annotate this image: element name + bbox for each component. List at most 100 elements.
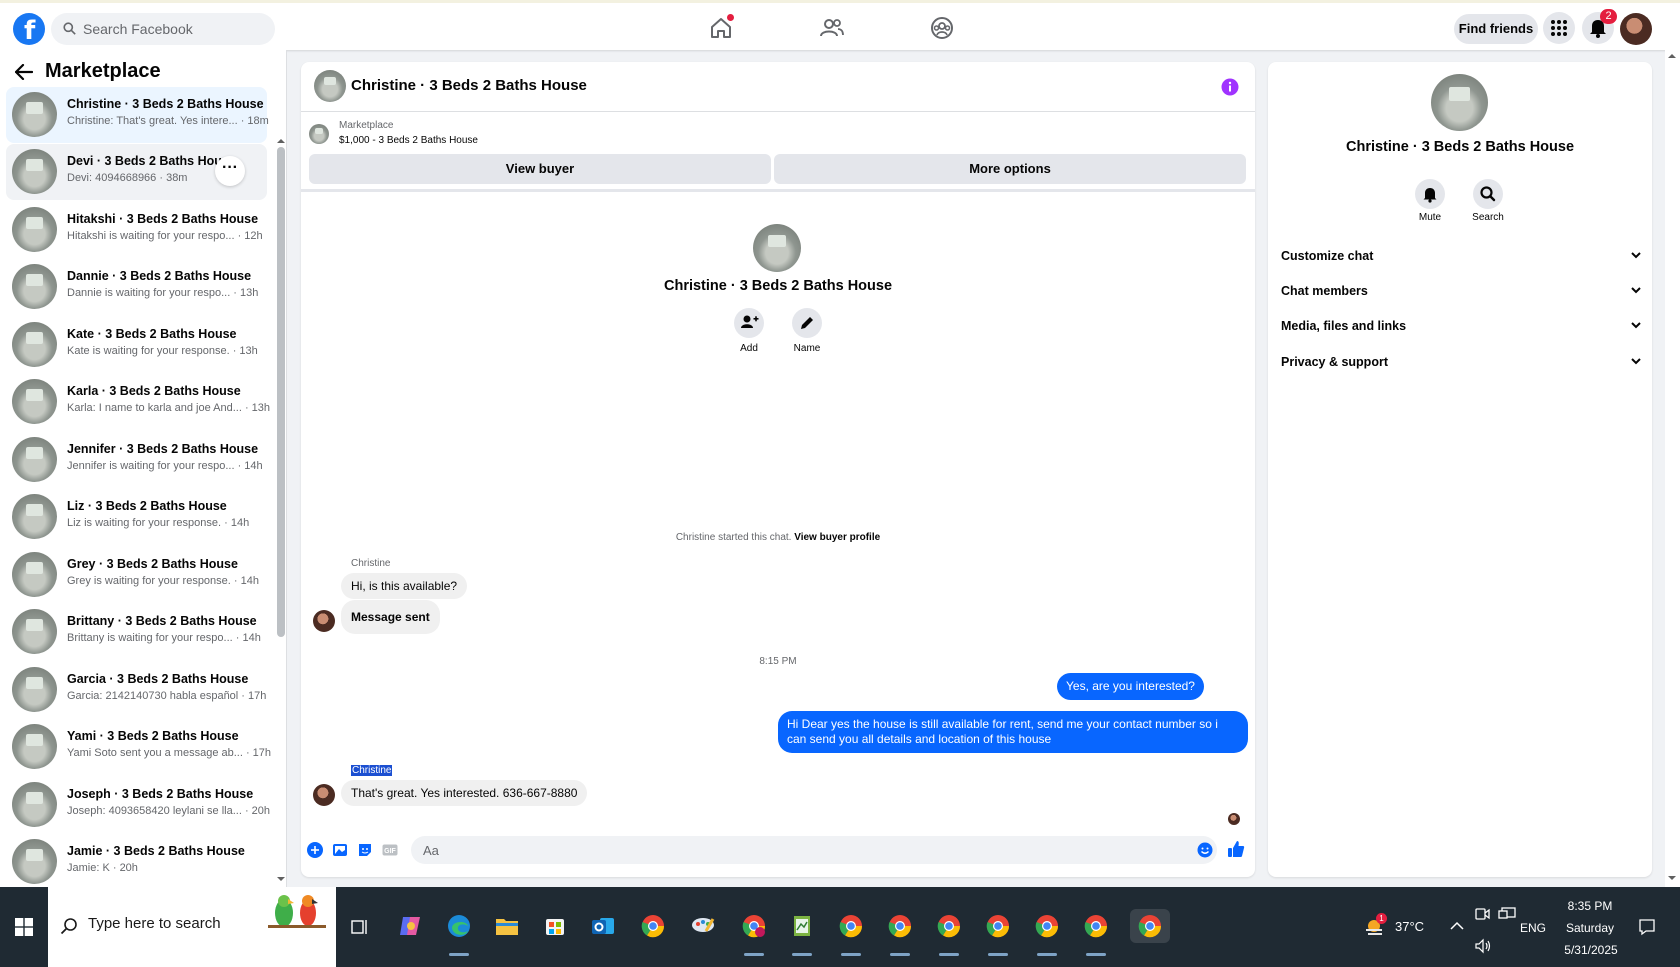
back-arrow-icon[interactable] <box>15 64 33 80</box>
search-label: Search <box>1472 212 1504 223</box>
chat-item[interactable]: Christine · 3 Beds 2 Baths House Christi… <box>6 87 269 143</box>
chat-item[interactable]: Liz · 3 Beds 2 Baths House Liz is waitin… <box>6 489 267 545</box>
customize-chat-row[interactable]: Customize chat <box>1280 241 1641 271</box>
clock-day[interactable]: Saturday <box>1560 921 1620 935</box>
friends-icon[interactable] <box>819 15 845 41</box>
clock-date[interactable]: 5/31/2025 <box>1556 943 1626 957</box>
photo-icon[interactable] <box>332 842 348 858</box>
weather-temperature[interactable]: 37°C <box>1395 919 1424 934</box>
taskbar-search-input[interactable] <box>88 915 288 932</box>
listing-price-title[interactable]: $1,000 - 3 Beds 2 Baths House <box>339 135 478 146</box>
more-options-button[interactable]: More options <box>774 154 1246 184</box>
emoji-icon[interactable] <box>1197 842 1213 858</box>
chrome-app[interactable] <box>636 909 670 943</box>
scrollbar-thumb[interactable] <box>277 147 285 637</box>
chat-item[interactable]: Kate · 3 Beds 2 Baths House Kate is wait… <box>6 317 267 373</box>
chrome-window-app[interactable] <box>1030 909 1064 956</box>
chrome-window-app[interactable] <box>883 909 917 956</box>
gif-icon[interactable]: GIF <box>382 842 398 858</box>
sticker-icon[interactable] <box>357 842 373 858</box>
outgoing-message[interactable]: Yes, are you interested? <box>1057 673 1204 700</box>
outlook-app[interactable] <box>586 909 620 943</box>
view-buyer-button[interactable]: View buyer <box>309 154 771 184</box>
more-options-button[interactable]: ··· <box>215 156 245 186</box>
windows-start-icon[interactable] <box>15 918 33 936</box>
search-box[interactable] <box>51 13 275 45</box>
name-button[interactable] <box>792 308 822 338</box>
menu-button[interactable] <box>1543 12 1575 44</box>
info-icon[interactable] <box>1221 78 1239 96</box>
listing-thumbnail <box>12 724 57 769</box>
outgoing-message[interactable]: Hi Dear yes the house is still available… <box>778 711 1248 753</box>
paint-app[interactable] <box>686 909 720 943</box>
chevron-up-icon[interactable] <box>1450 921 1464 931</box>
incoming-message[interactable]: Message sent <box>341 600 440 634</box>
volume-icon[interactable] <box>1474 938 1492 954</box>
account-avatar[interactable] <box>1620 13 1652 45</box>
scroll-down-arrow-icon[interactable] <box>1667 874 1677 882</box>
chat-item[interactable]: Dannie · 3 Beds 2 Baths House Dannie is … <box>6 259 267 315</box>
chat-item[interactable]: Joseph · 3 Beds 2 Baths House Joseph: 40… <box>6 777 270 833</box>
incoming-message[interactable]: Hi, is this available? <box>341 573 468 599</box>
task-view-icon[interactable] <box>351 918 369 936</box>
view-buyer-profile-link[interactable]: View buyer profile <box>794 532 880 543</box>
search-input[interactable] <box>79 13 269 45</box>
scroll-down-arrow-icon[interactable] <box>277 875 285 883</box>
sender-avatar[interactable] <box>313 784 335 806</box>
input-language[interactable]: ENG <box>1520 921 1546 935</box>
message-composer[interactable] <box>411 836 1217 864</box>
copilot-app[interactable] <box>394 909 428 943</box>
listing-thumbnail <box>12 92 57 137</box>
chat-item[interactable]: Garcia · 3 Beds 2 Baths House Garcia: 21… <box>6 662 267 718</box>
edge-app[interactable] <box>442 909 476 956</box>
chat-snippet: Christine: That's great. Yes intere... ·… <box>67 115 269 127</box>
chat-list-scrollbar[interactable] <box>277 95 285 885</box>
search-in-chat-button[interactable] <box>1473 179 1503 209</box>
chrome-window-app[interactable] <box>1079 909 1113 956</box>
store-app[interactable] <box>538 909 572 943</box>
chrome-window-app[interactable] <box>834 909 868 956</box>
chat-item[interactable]: Jamie · 3 Beds 2 Baths House Jamie: K · … <box>6 834 267 887</box>
mute-button[interactable] <box>1415 179 1445 209</box>
chat-item[interactable]: Brittany · 3 Beds 2 Baths House Brittany… <box>6 604 267 660</box>
facebook-logo[interactable]: f <box>13 13 45 45</box>
thumbs-up-icon[interactable] <box>1227 840 1245 858</box>
chrome-window-app[interactable] <box>932 909 966 956</box>
plus-circle-icon[interactable] <box>307 842 323 858</box>
chrome-window-app-active[interactable] <box>1130 909 1170 943</box>
chat-item[interactable]: Karla · 3 Beds 2 Baths House Karla: I na… <box>6 374 270 430</box>
privacy-support-row[interactable]: Privacy & support <box>1280 347 1641 377</box>
parrots-illustration-icon <box>268 895 326 928</box>
incoming-message[interactable]: That's great. Yes interested. 636-667-88… <box>341 780 588 806</box>
listing-thumbnail[interactable] <box>314 70 346 102</box>
chat-item[interactable]: Hitakshi · 3 Beds 2 Baths House Hitakshi… <box>6 202 267 258</box>
search-icon <box>1480 186 1496 202</box>
message-input[interactable] <box>411 836 1217 864</box>
taskbar-search[interactable] <box>48 887 336 967</box>
chat-item[interactable]: Grey · 3 Beds 2 Baths House Grey is wait… <box>6 547 267 603</box>
clock-time[interactable]: 8:35 PM <box>1560 899 1620 913</box>
page-scrollbar[interactable] <box>1665 50 1680 887</box>
network-icon[interactable] <box>1498 907 1516 921</box>
scroll-up-arrow-icon[interactable] <box>1667 52 1677 60</box>
add-button[interactable] <box>734 308 764 338</box>
notepad-app[interactable] <box>785 909 819 956</box>
chat-item[interactable]: Devi · 3 Beds 2 Baths House Devi: 409466… <box>6 144 267 200</box>
chat-members-row[interactable]: Chat members <box>1280 276 1641 306</box>
panel-title: Marketplace <box>45 60 161 82</box>
chat-item[interactable]: Yami · 3 Beds 2 Baths House Yami Soto se… <box>6 719 271 775</box>
meet-now-icon[interactable] <box>1474 906 1490 922</box>
chrome-profile-app[interactable] <box>737 909 771 956</box>
file-explorer-app[interactable] <box>490 909 524 943</box>
groups-icon[interactable] <box>929 15 955 41</box>
chrome-window-app[interactable] <box>981 909 1015 956</box>
chat-snippet: Dannie is waiting for your respo... · 13… <box>67 287 259 299</box>
find-friends-button[interactable]: Find friends <box>1454 14 1538 44</box>
sender-avatar[interactable] <box>313 610 335 632</box>
chat-item[interactable]: Jennifer · 3 Beds 2 Baths House Jennifer… <box>6 432 267 488</box>
chevron-down-icon <box>1631 252 1641 259</box>
scroll-up-arrow-icon[interactable] <box>277 137 285 145</box>
conversation-title[interactable]: Christine · 3 Beds 2 Baths House <box>351 77 587 94</box>
notification-center-icon[interactable] <box>1638 918 1656 936</box>
media-files-links-row[interactable]: Media, files and links <box>1280 311 1641 341</box>
